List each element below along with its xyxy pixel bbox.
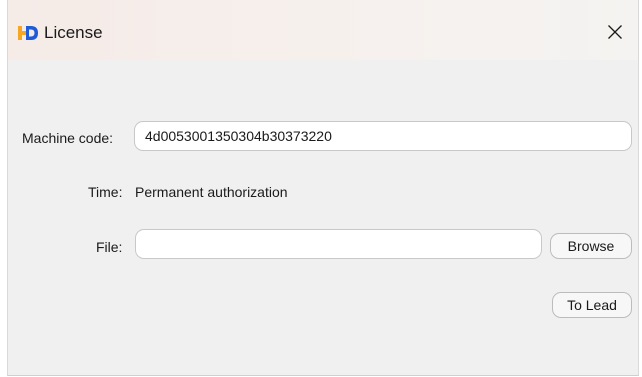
title-bar[interactable]: License (8, 0, 638, 60)
hd-logo-icon (18, 26, 38, 40)
to-lead-button[interactable]: To Lead (552, 292, 632, 318)
window-title: License (44, 23, 103, 42)
file-label: File: (96, 239, 123, 255)
time-value: Permanent authorization (135, 184, 288, 200)
time-label: Time: (88, 184, 123, 200)
close-icon (607, 24, 623, 40)
machine-code-label: Machine code: (22, 130, 114, 146)
license-dialog: License Machine code: Time: Permanent au… (7, 0, 639, 376)
close-button[interactable] (592, 14, 638, 50)
browse-button[interactable]: Browse (550, 233, 632, 259)
file-path-field[interactable] (135, 229, 542, 259)
machine-code-field[interactable] (134, 121, 632, 151)
